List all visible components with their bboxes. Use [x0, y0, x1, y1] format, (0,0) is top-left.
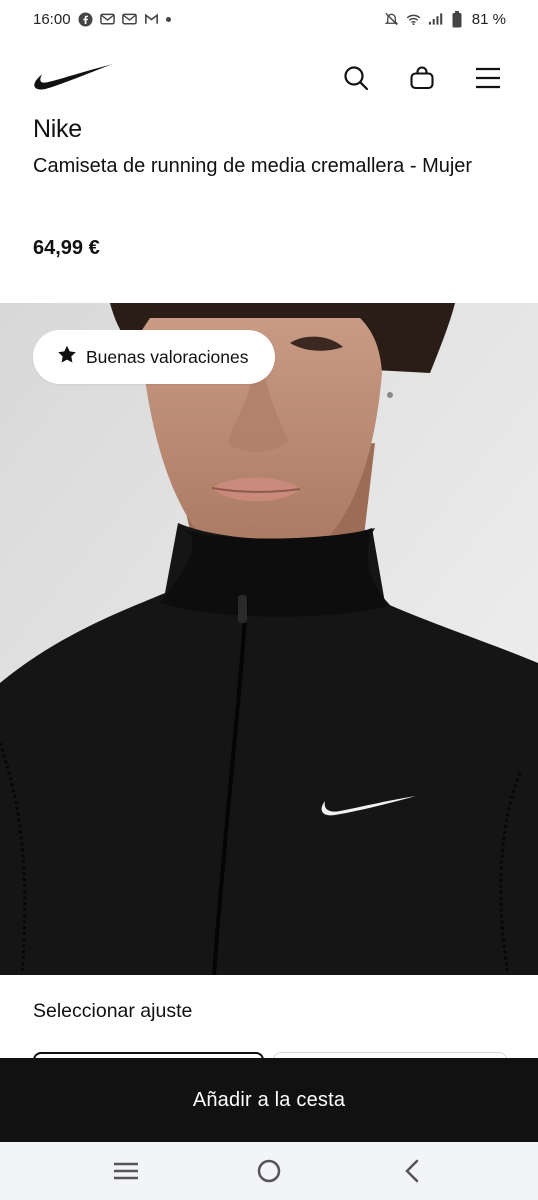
- search-icon[interactable]: [337, 59, 375, 97]
- mail-icon: [121, 12, 137, 27]
- add-to-cart-label: Añadir a la cesta: [192, 1088, 346, 1111]
- product-image[interactable]: [0, 303, 538, 975]
- header: [0, 38, 538, 118]
- back-icon[interactable]: [382, 1148, 442, 1194]
- gmail-icon: [144, 12, 159, 27]
- status-left: 16:00: [33, 11, 171, 28]
- nike-swoosh-logo[interactable]: [33, 62, 115, 94]
- status-right: 81 %: [384, 10, 506, 28]
- bag-icon[interactable]: [403, 59, 441, 97]
- wifi-icon: [406, 12, 421, 27]
- header-actions: [337, 59, 507, 97]
- facebook-icon: [78, 12, 93, 27]
- mail-icon: [99, 12, 115, 27]
- battery-level: 81 %: [471, 10, 506, 28]
- rating-badge-label: Buenas valoraciones: [86, 346, 249, 367]
- notification-dot-icon: [165, 16, 171, 22]
- status-time: 16:00: [33, 10, 71, 28]
- status-bar: 16:00 81 %: [0, 0, 538, 38]
- recent-apps-icon[interactable]: [96, 1148, 156, 1194]
- rating-badge: Buenas valoraciones: [33, 330, 276, 384]
- add-to-cart-button[interactable]: Añadir a la cesta: [0, 1058, 538, 1142]
- product-price: 64,99 €: [33, 237, 100, 259]
- brand-name: Nike: [33, 115, 82, 143]
- product-title: Camiseta de running de media cremallera …: [33, 155, 473, 177]
- battery-icon: [450, 10, 465, 27]
- system-nav-bar: [0, 1142, 538, 1200]
- home-icon[interactable]: [239, 1148, 299, 1194]
- signal-icon: [428, 12, 443, 27]
- star-icon: [57, 345, 77, 369]
- mute-icon: [384, 12, 399, 27]
- menu-icon[interactable]: [469, 59, 507, 97]
- size-heading: Seleccionar ajuste: [33, 1000, 193, 1022]
